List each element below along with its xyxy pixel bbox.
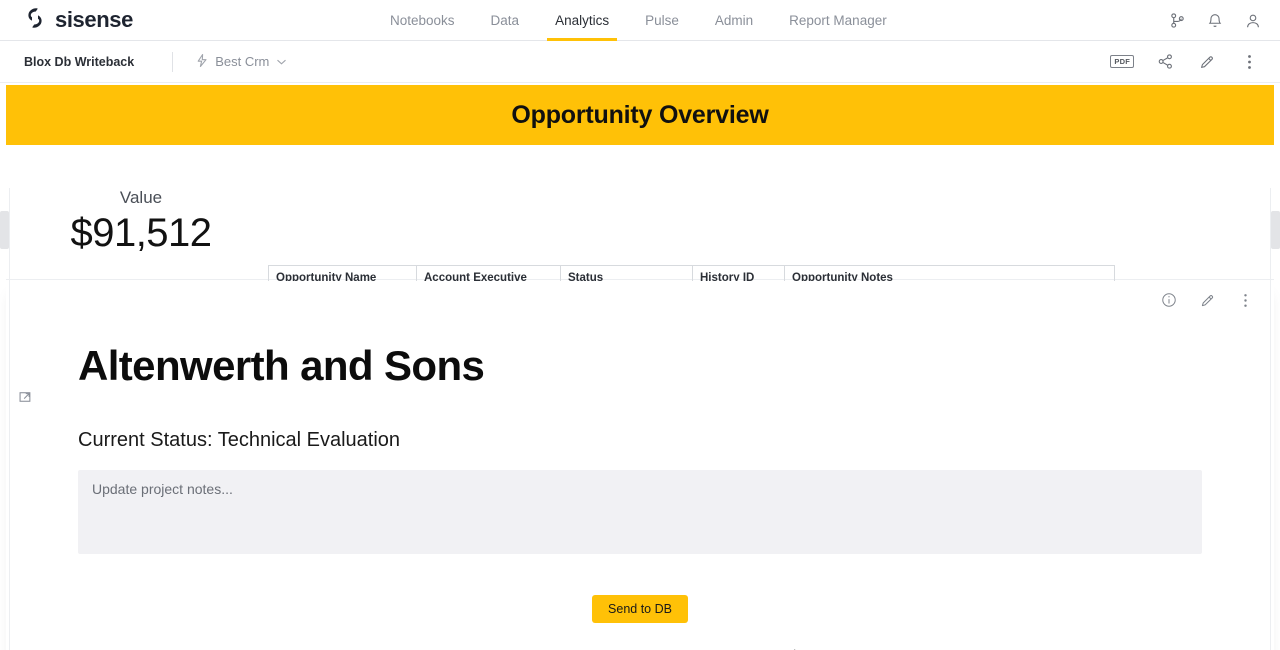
dashboard-canvas: Opportunity Overview Value $91,512 Oppor… <box>0 83 1280 650</box>
nav-item-notebooks[interactable]: Notebooks <box>372 0 473 41</box>
banner-widget: Opportunity Overview <box>6 85 1274 145</box>
more-options-icon[interactable] <box>1234 289 1256 311</box>
share-icon[interactable] <box>1154 51 1176 73</box>
left-panel-collapse-handle[interactable] <box>0 211 9 249</box>
nav-item-data[interactable]: Data <box>473 0 538 41</box>
blox-writeback-widget: Altenwerth and Sons Current Status: Tech… <box>6 281 1274 650</box>
user-avatar-icon[interactable] <box>1242 10 1264 32</box>
more-options-icon[interactable] <box>1238 51 1260 73</box>
send-to-db-button[interactable]: Send to DB <box>592 595 688 623</box>
banner-title: Opportunity Overview <box>511 100 769 129</box>
opportunity-summary-widget: Value $91,512 Opportunity Name Account E… <box>6 147 1274 341</box>
dashboard-actions: PDF <box>1110 51 1260 73</box>
sisense-logo-icon <box>22 5 48 36</box>
top-bar-icons <box>1166 0 1264 41</box>
datasource-selector[interactable]: Best Crm <box>195 53 287 71</box>
brand-logo[interactable]: sisense <box>0 5 300 36</box>
chevron-down-icon <box>276 54 287 69</box>
dashboard-title: Blox Db Writeback <box>24 54 135 69</box>
info-icon[interactable] <box>1158 289 1180 311</box>
nav-item-analytics[interactable]: Analytics <box>537 0 627 41</box>
blox-heading: Altenwerth and Sons <box>78 342 485 389</box>
top-navigation-bar: sisense Notebooks Data Analytics Pulse A… <box>0 0 1280 41</box>
blox-status-line: Current Status: Technical Evaluation <box>78 429 401 451</box>
bell-icon[interactable] <box>1204 10 1226 32</box>
blox-content: Altenwerth and Sons Current Status: Tech… <box>6 281 1274 623</box>
edit-pencil-icon[interactable] <box>1196 289 1218 311</box>
value-kpi: Value $91,512 <box>66 187 216 257</box>
datasource-label: Best Crm <box>215 54 270 69</box>
popout-expand-icon[interactable] <box>19 389 35 410</box>
nav-item-report-manager[interactable]: Report Manager <box>771 0 905 41</box>
project-notes-input[interactable] <box>78 470 1202 554</box>
canvas-right-edge <box>1270 188 1271 650</box>
nav-item-pulse[interactable]: Pulse <box>627 0 697 41</box>
branch-icon[interactable] <box>1166 10 1188 32</box>
edit-pencil-icon[interactable] <box>1196 51 1218 73</box>
kpi-value: $91,512 <box>70 211 212 255</box>
main-nav: Notebooks Data Analytics Pulse Admin Rep… <box>372 0 905 41</box>
header-divider <box>172 51 174 72</box>
dashboard-header-bar: Blox Db Writeback Best Crm PDF <box>0 41 1280 83</box>
brand-name: sisense <box>55 7 133 32</box>
canvas-left-edge <box>9 188 10 650</box>
pdf-export-button[interactable]: PDF <box>1110 54 1134 69</box>
send-button-row: Send to DB <box>78 595 1202 623</box>
right-panel-collapse-handle[interactable] <box>1271 211 1280 249</box>
blox-widget-tools <box>1158 289 1256 311</box>
nav-item-admin[interactable]: Admin <box>697 0 771 41</box>
lightning-icon <box>195 53 208 71</box>
kpi-label: Value <box>119 188 163 207</box>
